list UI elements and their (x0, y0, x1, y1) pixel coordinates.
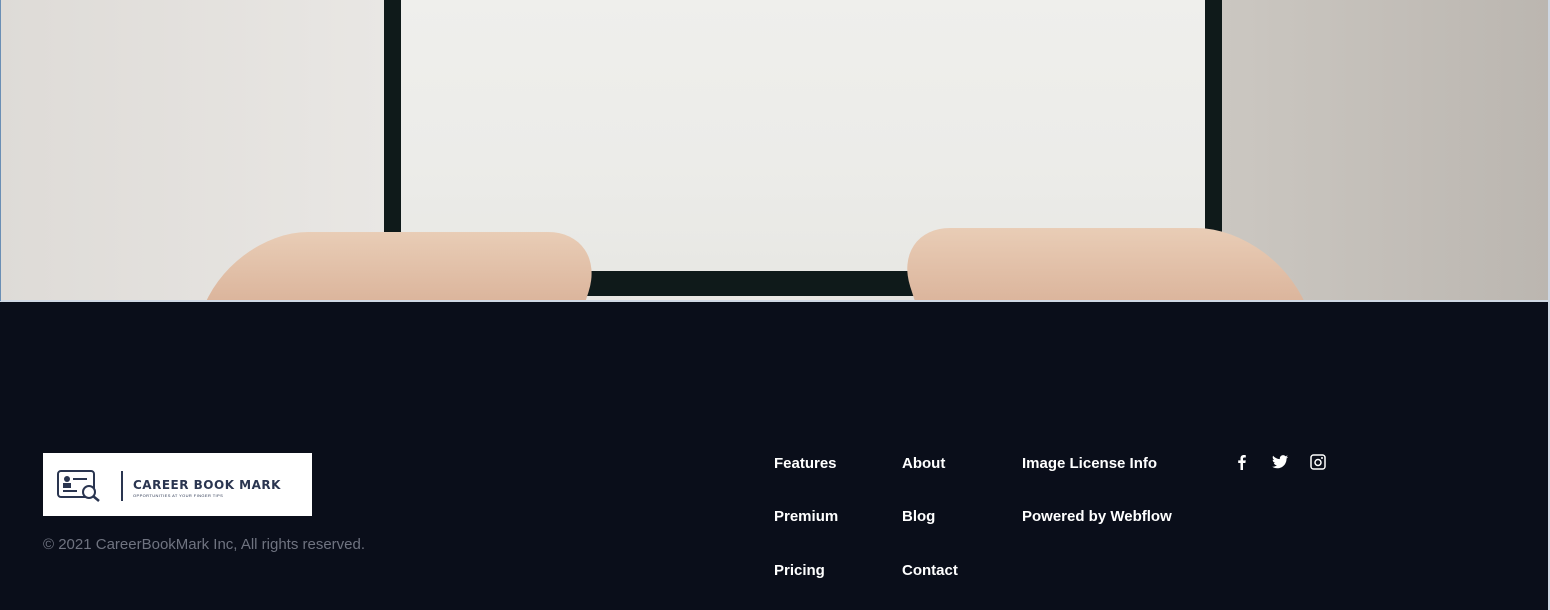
left-hand (202, 232, 608, 301)
site-footer: CAREER BOOK MARK OPPORTUNITIES AT YOUR F… (0, 302, 1548, 610)
nav-link-powered-by-webflow[interactable]: Powered by Webflow (1022, 508, 1172, 525)
nav-link-about[interactable]: About (902, 455, 945, 472)
nav-link-features[interactable]: Features (774, 455, 837, 472)
nav-link-pricing[interactable]: Pricing (774, 562, 825, 579)
nav-link-image-license[interactable]: Image License Info (1022, 455, 1157, 472)
copyright-text: © 2021 CareerBookMark Inc, All rights re… (43, 536, 366, 553)
nav-link-contact[interactable]: Contact (902, 562, 958, 579)
facebook-icon[interactable] (1233, 453, 1251, 471)
instagram-icon[interactable] (1309, 453, 1327, 471)
logo-divider (121, 471, 123, 501)
nav-link-blog[interactable]: Blog (902, 508, 935, 525)
hero-wall-right (1222, 0, 1550, 301)
logo-tagline: OPPORTUNITIES AT YOUR FINGER TIPS (133, 493, 224, 498)
hero-image (0, 0, 1550, 301)
logo-mark-icon (57, 470, 100, 502)
left-edge (0, 0, 1, 301)
nav-link-premium[interactable]: Premium (774, 508, 838, 525)
twitter-icon[interactable] (1271, 453, 1289, 471)
logo-name: CAREER BOOK MARK (133, 478, 281, 492)
logo[interactable]: CAREER BOOK MARK OPPORTUNITIES AT YOUR F… (43, 453, 312, 516)
